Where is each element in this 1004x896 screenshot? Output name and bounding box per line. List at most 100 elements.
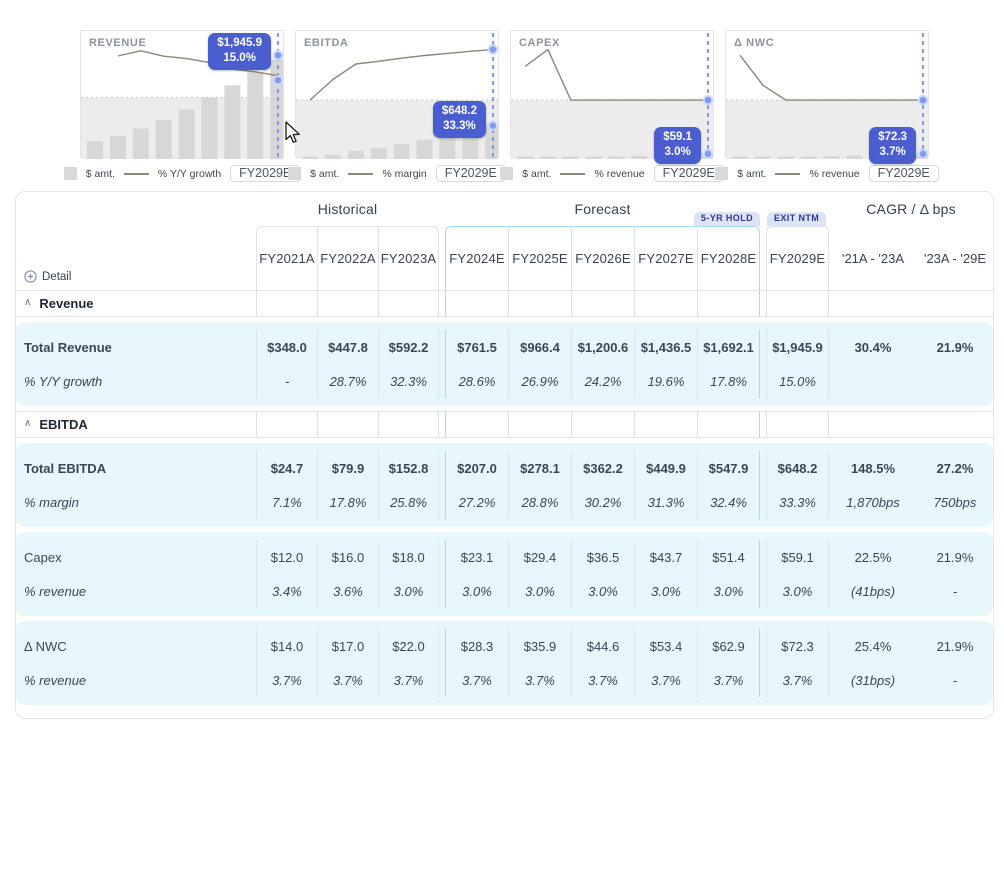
row-label-secondary: % revenue: [16, 663, 256, 697]
period-select[interactable]: FY2029E: [654, 165, 724, 182]
value-cell: 27.2%750bps: [917, 451, 993, 519]
value-primary: $207.0: [446, 451, 508, 485]
value-primary: $28.3: [446, 629, 508, 663]
chart-panel-capex: CAPEX$59.13.0%: [510, 30, 714, 158]
chart-card-revenue: REVENUE$1,945.915.0%$ amt.% Y/Y growthFY…: [80, 30, 284, 182]
section-cell: [317, 291, 378, 316]
column-header-fy2029e: FY2029E: [766, 226, 829, 290]
column-header-fy2025e: FY2025E: [508, 226, 571, 290]
value-primary: $18.0: [379, 540, 438, 574]
value-cell: $12.03.4%: [256, 540, 317, 608]
value-secondary: [829, 364, 917, 398]
value-secondary: 3.7%: [509, 663, 571, 697]
value-primary: $362.2: [572, 451, 634, 485]
row-label-header-cell: Detail: [16, 226, 256, 290]
value-cell: $648.233.3%: [766, 451, 829, 519]
section-toggle-revenue[interactable]: ∧Revenue: [16, 291, 256, 316]
line-swatch-icon: [124, 173, 149, 175]
badge-exit-ntm: EXIT NTM: [767, 212, 826, 226]
legend-line-label: % margin: [382, 168, 426, 180]
value-cell: $362.230.2%: [571, 451, 634, 519]
section-cell: [829, 291, 917, 316]
value-secondary: 3.7%: [698, 663, 759, 697]
value-cell: $36.53.0%: [571, 540, 634, 608]
bar-swatch-icon: [500, 167, 513, 180]
value-cell: $207.027.2%: [445, 451, 508, 519]
value-secondary: 3.7%: [767, 663, 828, 697]
value-primary: $44.6: [572, 629, 634, 663]
section-title: EBITDA: [39, 417, 87, 432]
value-secondary: 17.8%: [698, 364, 759, 398]
value-secondary: 3.0%: [379, 574, 438, 608]
value-primary: 25.4%: [829, 629, 917, 663]
section-cell: [697, 412, 760, 437]
value-secondary: -: [917, 663, 993, 697]
chart-legend: $ amt.% marginFY2029E: [295, 165, 499, 182]
row-label-secondary: % Y/Y growth: [16, 364, 256, 398]
section-cell: [508, 291, 571, 316]
section-cell: [766, 291, 829, 316]
value-primary: 22.5%: [829, 540, 917, 574]
row-label-primary: Capex: [16, 540, 256, 574]
data-block-row: Total Revenue% Y/Y growth$348.0-$447.828…: [16, 322, 993, 406]
column-header-23a-29e: '23A - '29E: [917, 226, 993, 290]
chevron-up-icon: ∧: [24, 297, 31, 308]
value-secondary: 750bps: [917, 485, 993, 519]
value-secondary: 3.4%: [257, 574, 317, 608]
section-toggle-ebitda[interactable]: ∧EBITDA: [16, 412, 256, 437]
tooltip-value: $1,945.9: [217, 36, 262, 51]
value-secondary: 3.6%: [318, 574, 378, 608]
value-cell: $592.232.3%: [378, 330, 439, 398]
value-primary: $1,200.6: [572, 330, 634, 364]
period-select[interactable]: FY2029E: [869, 165, 939, 182]
value-cell: $23.13.0%: [445, 540, 508, 608]
chart-legend: $ amt.% revenueFY2029E: [725, 165, 929, 182]
section-row-ebitda: ∧EBITDA: [16, 411, 993, 438]
value-primary: $79.9: [318, 451, 378, 485]
value-secondary: 19.6%: [635, 364, 697, 398]
row-label-secondary: % margin: [16, 485, 256, 519]
value-primary: 21.9%: [917, 540, 993, 574]
value-cell: $152.825.8%: [378, 451, 439, 519]
value-secondary: 27.2%: [446, 485, 508, 519]
detail-toggle[interactable]: Detail: [24, 270, 71, 283]
value-cell: $761.528.6%: [445, 330, 508, 398]
value-primary: 27.2%: [917, 451, 993, 485]
column-header-fy2024e: FY2024E: [445, 226, 508, 290]
value-cell: $449.931.3%: [634, 451, 697, 519]
value-secondary: 3.0%: [509, 574, 571, 608]
row-label-secondary: % revenue: [16, 574, 256, 608]
mini-charts-row: REVENUE$1,945.915.0%$ amt.% Y/Y growthFY…: [80, 30, 1004, 182]
column-header-fy2026e: FY2026E: [571, 226, 634, 290]
period-select[interactable]: FY2029E: [436, 165, 506, 182]
value-primary: 21.9%: [917, 330, 993, 364]
value-cell: 25.4%(31bps): [829, 629, 917, 697]
value-primary: $648.2: [767, 451, 828, 485]
value-primary: $23.1: [446, 540, 508, 574]
value-cell: 21.9%-: [917, 629, 993, 697]
value-cell: $44.63.7%: [571, 629, 634, 697]
data-block-total-revenue: Total Revenue% Y/Y growth$348.0-$447.828…: [16, 322, 993, 406]
value-secondary: 26.9%: [509, 364, 571, 398]
group-header-historical: Historical: [256, 201, 439, 217]
section-row-revenue: ∧Revenue: [16, 290, 993, 317]
detail-label: Detail: [42, 271, 71, 283]
value-secondary: 32.3%: [379, 364, 438, 398]
value-cell: $16.03.6%: [317, 540, 378, 608]
value-primary: $12.0: [257, 540, 317, 574]
value-primary: $966.4: [509, 330, 571, 364]
section-cell: [917, 291, 993, 316]
value-primary: 148.5%: [829, 451, 917, 485]
row-labels-cell: Capex% revenue: [16, 540, 256, 608]
value-cell: $348.0-: [256, 330, 317, 398]
value-cell: $29.43.0%: [508, 540, 571, 608]
data-block-row: Total EBITDA% margin$24.77.1%$79.917.8%$…: [16, 443, 993, 527]
value-secondary: 3.7%: [572, 663, 634, 697]
value-cell: $79.917.8%: [317, 451, 378, 519]
section-cell: [256, 412, 317, 437]
section-cell: [445, 291, 508, 316]
value-primary: $53.4: [635, 629, 697, 663]
value-primary: $1,692.1: [698, 330, 759, 364]
legend-bar-label: $ amt.: [522, 168, 551, 180]
value-secondary: 25.8%: [379, 485, 438, 519]
